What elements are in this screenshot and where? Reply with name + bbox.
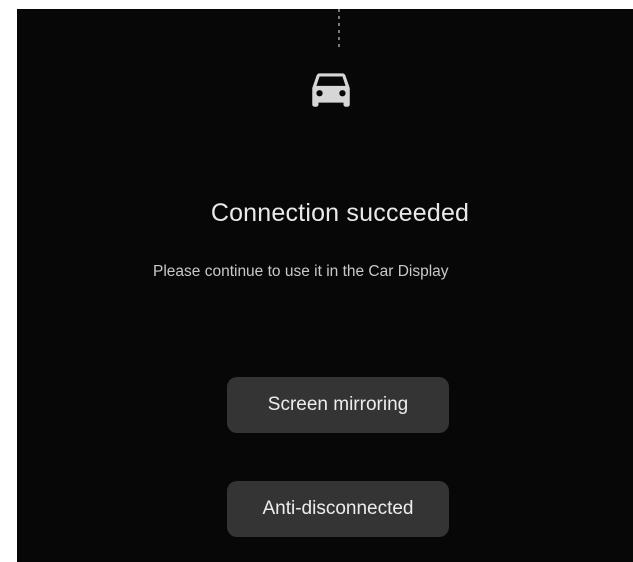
drag-handle-dots (338, 9, 340, 49)
car-connection-screen: Connection succeeded Please continue to … (17, 9, 633, 562)
connection-message: Please continue to use it in the Car Dis… (153, 263, 449, 280)
anti-disconnected-button[interactable]: Anti-disconnected (227, 481, 449, 537)
car-icon (312, 73, 350, 107)
screen-mirroring-button[interactable]: Screen mirroring (227, 377, 449, 433)
connection-status-title: Connection succeeded (210, 199, 470, 227)
